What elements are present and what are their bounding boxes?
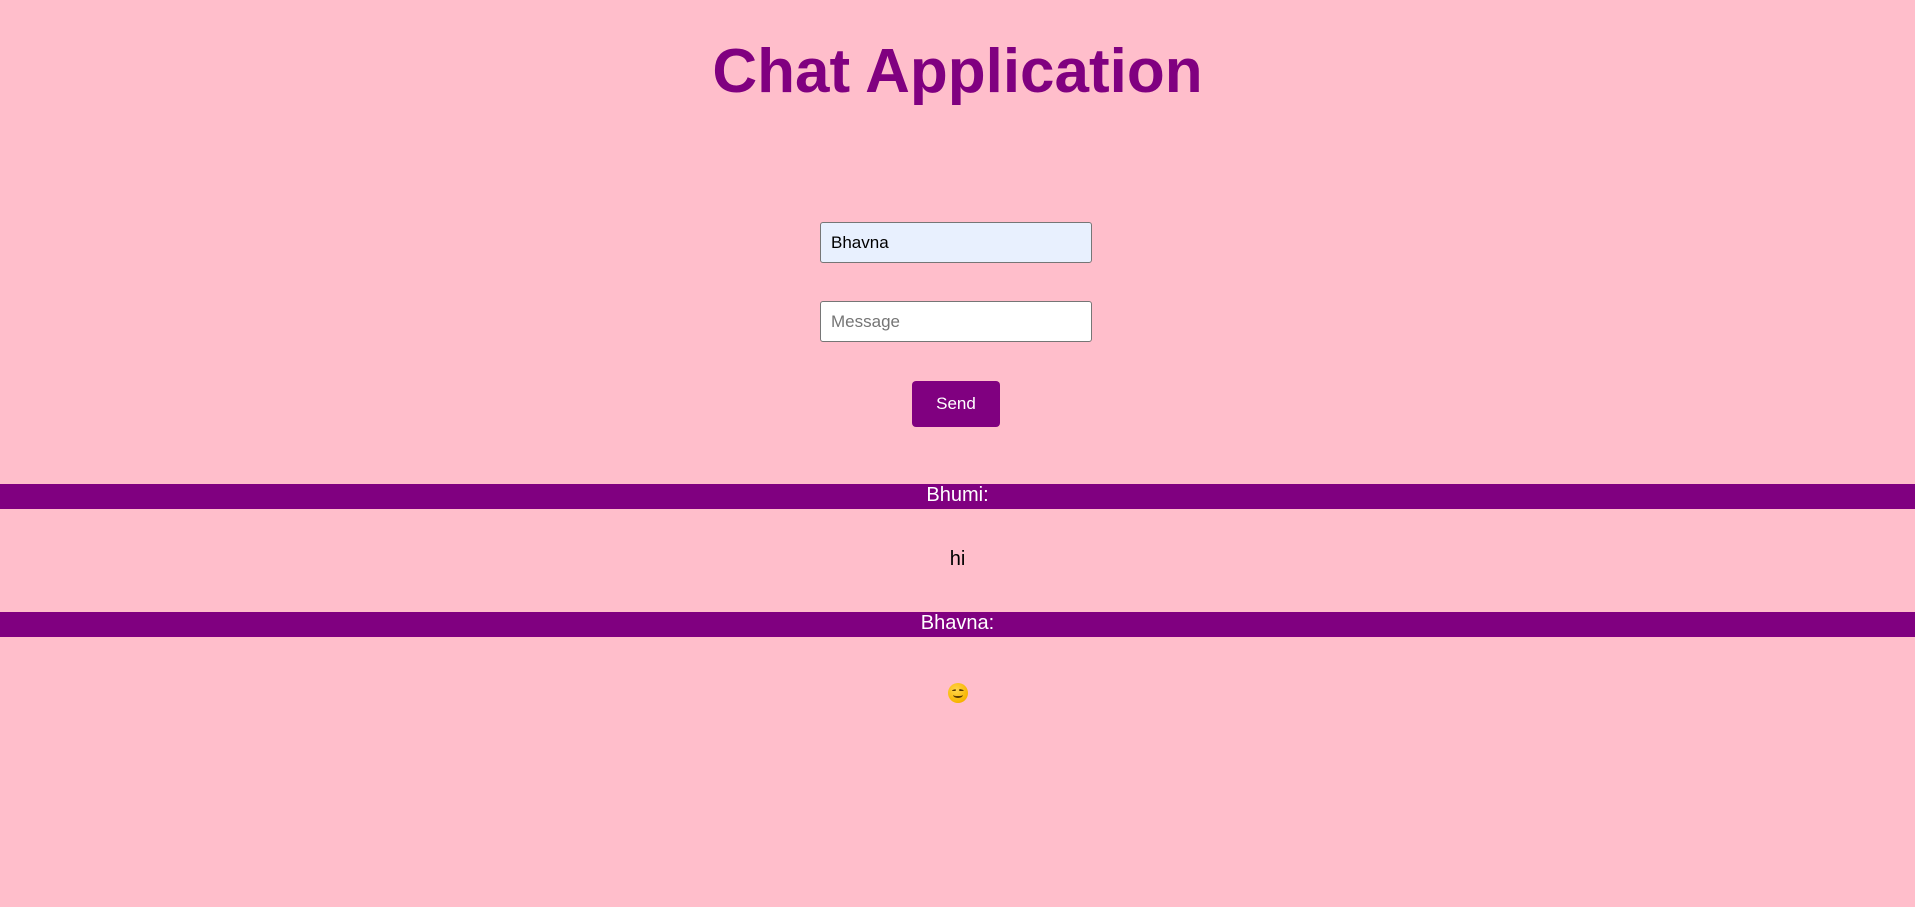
send-button[interactable]: Send — [912, 381, 1000, 427]
message-input[interactable] — [820, 301, 1092, 342]
message-text: 😊 — [0, 680, 1915, 704]
smiling-face-emoji-icon — [947, 682, 968, 703]
name-input[interactable] — [820, 222, 1092, 263]
chat-page: Chat Application Send Bhumi: hi Bhavna: … — [0, 0, 1915, 907]
message-emoji-text: 😊 — [968, 680, 969, 681]
message-sender: Bhumi: — [0, 484, 1915, 509]
message-text: hi — [949, 548, 966, 570]
page-title: Chat Application — [712, 37, 1203, 106]
message-sender: Bhavna: — [0, 612, 1915, 637]
